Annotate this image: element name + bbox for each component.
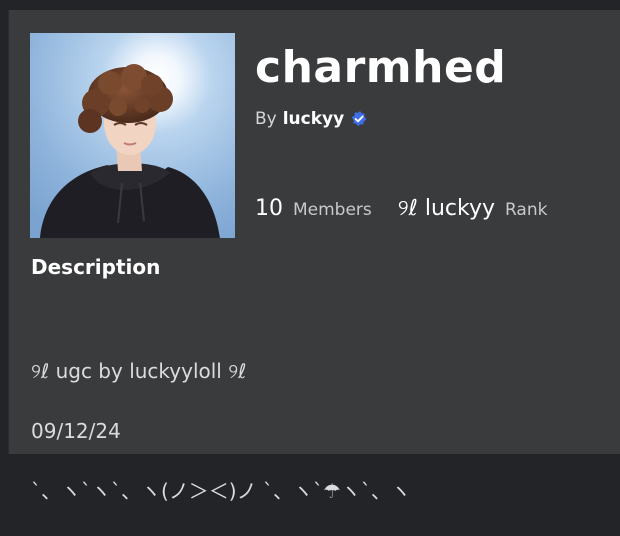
group-stats: 10 Members ୨ℓ luckyy Rank (255, 196, 547, 221)
members-count: 10 (255, 196, 283, 221)
verified-badge-icon (350, 110, 368, 128)
owner-link[interactable]: luckyy (283, 107, 344, 131)
members-label: Members (293, 200, 372, 220)
group-avatar-image (30, 33, 235, 238)
description-line: ୨ℓ ugc by luckyyloll ୨ℓ (31, 359, 247, 383)
group-avatar[interactable] (30, 33, 235, 238)
description-line: 09/12/24 (31, 419, 121, 443)
group-owner-line: By luckyy (255, 107, 368, 131)
group-name: charmhed (255, 42, 507, 93)
rank-value: ୨ℓ luckyy (397, 196, 495, 221)
description-line: `、ヽ`ヽ`、ヽ(ノ＞＜)ノ `、ヽ`☂ヽ`、ヽ (31, 479, 411, 503)
by-label: By (255, 109, 277, 129)
rank-label: Rank (504, 200, 548, 220)
group-header-panel: charmhed By luckyy 10 Members ୨ℓ luckyy … (8, 10, 620, 503)
description-heading: Description (31, 255, 161, 279)
description-body: ୨ℓ ugc by luckyyloll ୨ℓ 09/12/24 `、ヽ`ヽ`、… (31, 326, 611, 536)
